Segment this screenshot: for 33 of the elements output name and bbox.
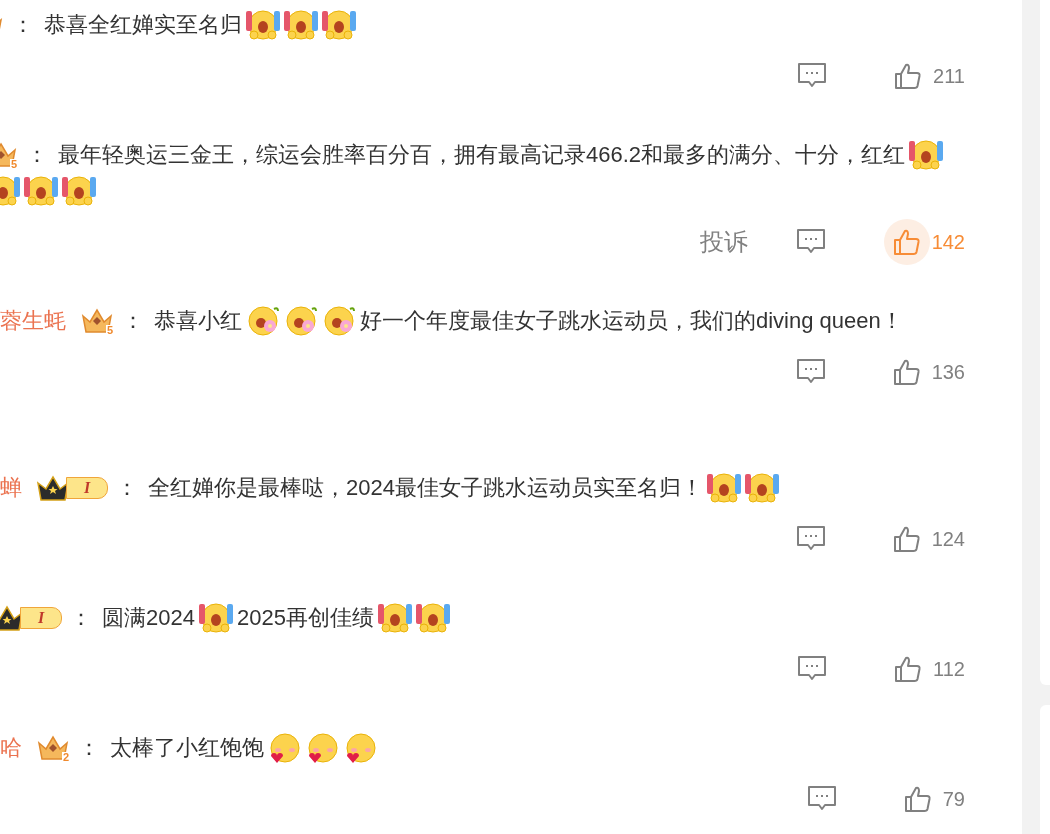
like-count: 136 [931,360,965,385]
colon-text: ： [116,474,138,502]
comment-text: 太棒了小红饱饱 [110,734,264,762]
like-count: 211 [933,64,965,89]
comment-text: 圆满2024 [102,604,195,632]
colon-text: ： [12,11,34,39]
comment-text: 恭喜全红婵实至名归 [44,11,242,39]
colon-text: ： [70,604,92,632]
emoji-icon [61,173,97,209]
comment-icon[interactable] [806,785,837,813]
comment-icon[interactable] [795,525,826,553]
comment-text: 2025再创佳绩 [236,604,374,632]
comment-text: 好一个年度最佳女子跳水运动员，我们的diving queen！ [360,307,903,335]
report-link[interactable]: 投诉 [699,224,748,260]
colon-text: ： [26,141,48,169]
user-name[interactable]: 蓉生蚝 [0,302,66,339]
comment-icon[interactable] [795,358,826,386]
colon-text: ： [122,307,144,335]
like-count: 79 [942,787,965,812]
comment-text: 最年轻奥运三金王，综运会胜率百分百，拥有最高记录466.2和最多的满分、十分，红红 [58,141,906,169]
comment-text: 恭喜小红 [154,307,242,335]
like-count: 112 [933,657,965,682]
like-icon[interactable] [883,219,930,265]
user-name[interactable]: 哈 [0,729,22,766]
emoji-icon [23,173,59,209]
user-name[interactable]: 蝉 [0,469,22,506]
like-count: 124 [931,527,965,552]
like-count: 142 [931,230,965,255]
comment-text: 全红婵你是最棒哒，2024最佳女子跳水运动员实至名归！ [148,474,703,502]
comment-icon[interactable] [797,62,828,90]
comment-icon[interactable] [795,228,826,256]
comment-icon[interactable] [797,655,828,683]
colon-text: ： [78,734,100,762]
